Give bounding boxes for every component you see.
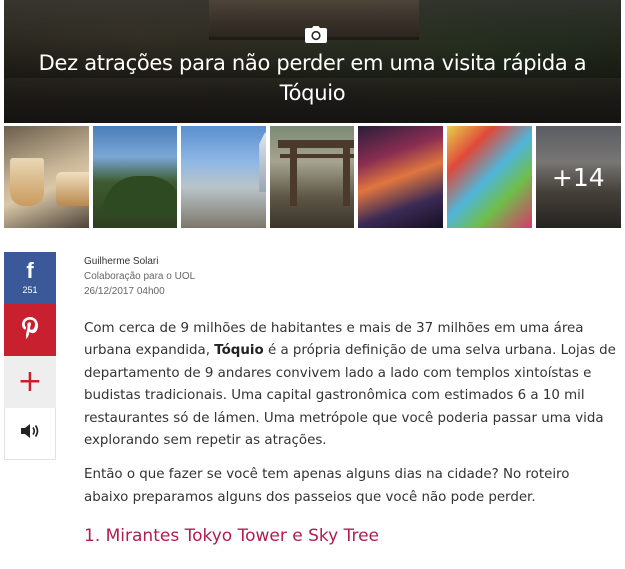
share-sidebar: f 251 +	[4, 252, 56, 460]
thumbnail-cup-shape	[10, 158, 44, 206]
paragraph-text: é a própria definição de uma selva urban…	[84, 343, 616, 449]
gallery-hero[interactable]: Dez atrações para não perder em uma visi…	[4, 0, 621, 123]
more-photos-count: +14	[551, 162, 605, 192]
plus-icon: +	[17, 364, 43, 399]
facebook-icon: f	[26, 258, 34, 283]
thumbnail-tower-shape	[259, 132, 266, 192]
publish-date: 26/12/2017 04h00	[84, 286, 165, 297]
author-name: Guilherme Solari	[84, 256, 159, 267]
thumbnail-garden[interactable]	[92, 126, 178, 228]
article-byline: Guilherme Solari Colaboração para o UOL …	[84, 254, 195, 299]
thumbnail-tree-shape	[102, 176, 178, 216]
article-paragraph: Com cerca de 9 milhões de habitantes e m…	[84, 318, 618, 452]
camera-icon	[305, 26, 327, 43]
section-heading: 1. Mirantes Tokyo Tower e Sky Tree	[84, 526, 380, 547]
thumbnail-cafe[interactable]	[4, 126, 89, 228]
article-body: Com cerca de 9 milhões de habitantes e m…	[84, 318, 618, 548]
thumbnail-tower[interactable]	[181, 126, 266, 228]
city-name-highlight: Tóquio	[214, 343, 264, 359]
speaker-icon	[20, 423, 40, 444]
thumbnail-more-photos[interactable]: +14	[535, 126, 621, 228]
thumbnail-shrine[interactable]	[269, 126, 355, 228]
thumbnail-torii-post	[289, 146, 297, 206]
gallery-thumbnails: +14	[4, 126, 621, 228]
thumbnail-night-street[interactable]	[358, 126, 443, 228]
article-paragraph: Então o que fazer se você tem apenas alg…	[84, 467, 570, 505]
more-share-button[interactable]: +	[4, 356, 56, 408]
gallery-title[interactable]: Dez atrações para não perder em uma visi…	[4, 48, 621, 108]
pinterest-share-button[interactable]	[4, 304, 56, 356]
pinterest-icon	[21, 316, 39, 345]
facebook-share-count: 251	[22, 285, 38, 295]
listen-audio-button[interactable]	[4, 408, 56, 460]
author-collaboration: Colaboração para o UOL	[84, 271, 196, 282]
thumbnail-colorful-mural[interactable]	[446, 126, 532, 228]
thumbnail-torii-post	[342, 146, 350, 206]
thumbnail-cake-shape	[56, 172, 89, 206]
facebook-share-button[interactable]: f 251	[4, 252, 56, 304]
